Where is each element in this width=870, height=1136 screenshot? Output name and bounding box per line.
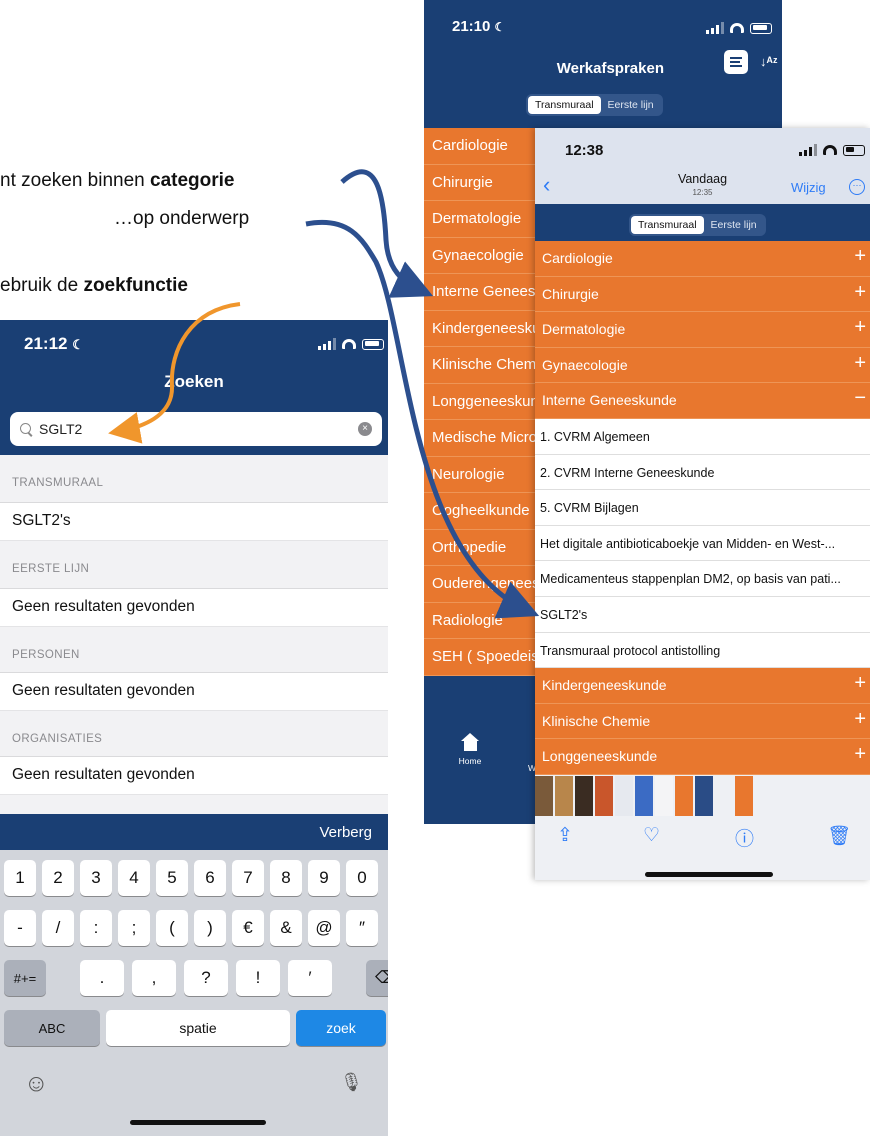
arrows-overlay [108,169,540,619]
arrow-to-search [108,302,241,444]
arrow-to-subject [305,219,540,619]
